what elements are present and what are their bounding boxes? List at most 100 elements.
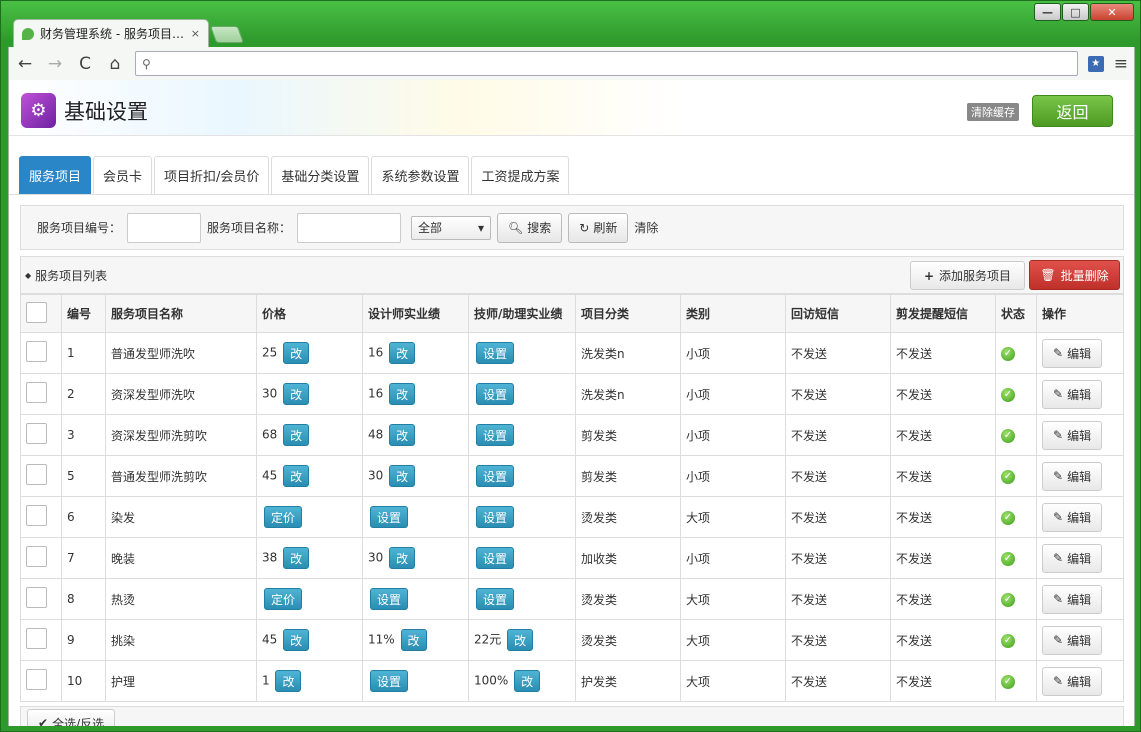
change-price-button[interactable]: 改 bbox=[283, 547, 310, 569]
category-select-value: 全部 bbox=[418, 221, 443, 235]
refresh-button[interactable]: ↻ 刷新 bbox=[568, 212, 629, 243]
search-button-label: 搜索 bbox=[527, 221, 552, 235]
select-all-button[interactable]: ✔ 全选/反选 bbox=[27, 709, 116, 726]
row-select[interactable] bbox=[20, 660, 62, 702]
price-cell: 45 改 bbox=[256, 619, 363, 661]
clear-cache-button[interactable]: 清除缓存 bbox=[967, 103, 1019, 121]
set-tech-button[interactable]: 设置 bbox=[476, 506, 514, 528]
forward-arrow-icon[interactable]: → bbox=[45, 54, 65, 74]
search-button[interactable]: 🔍︎ 搜索 bbox=[497, 212, 563, 243]
row-checkbox[interactable] bbox=[26, 464, 47, 485]
row-checkbox[interactable] bbox=[26, 505, 47, 526]
row-actions: ✎ 编辑 bbox=[1036, 619, 1124, 661]
header-checkbox[interactable] bbox=[26, 301, 47, 323]
edit-button[interactable]: ✎ 编辑 bbox=[1042, 338, 1103, 368]
change-designer-button[interactable]: 改 bbox=[389, 424, 416, 446]
code-input[interactable] bbox=[127, 212, 202, 243]
address-bar[interactable]: ⚲ bbox=[135, 51, 1078, 76]
change-price-button[interactable]: 改 bbox=[283, 424, 310, 446]
row-select[interactable] bbox=[20, 414, 62, 456]
price-cell: 45 改 bbox=[256, 455, 363, 497]
edit-button[interactable]: ✎ 编辑 bbox=[1042, 379, 1103, 409]
clear-link[interactable]: 清除 bbox=[634, 219, 658, 236]
set-price-button[interactable]: 定价 bbox=[264, 588, 302, 610]
row-status: ✓ bbox=[995, 496, 1037, 538]
row-checkbox[interactable] bbox=[26, 341, 47, 362]
row-select[interactable] bbox=[20, 373, 62, 415]
change-designer-button[interactable]: 改 bbox=[389, 383, 416, 405]
address-input[interactable] bbox=[156, 53, 1077, 74]
tab-discount[interactable]: 项目折扣/会员价 bbox=[154, 156, 270, 194]
category-select[interactable]: 全部 ▾ bbox=[411, 215, 492, 240]
row-checkbox[interactable] bbox=[26, 546, 47, 567]
edit-button[interactable]: ✎ 编辑 bbox=[1042, 625, 1103, 655]
menu-icon[interactable]: ≡ bbox=[1114, 54, 1128, 74]
row-select[interactable] bbox=[20, 332, 62, 374]
browser-tab[interactable]: 财务管理系统 - 服务项目… × bbox=[13, 19, 209, 47]
designer-value: 16 bbox=[368, 345, 384, 360]
change-tech-button[interactable]: 改 bbox=[514, 670, 541, 692]
name-input[interactable] bbox=[297, 212, 402, 243]
row-select[interactable] bbox=[20, 455, 62, 497]
change-price-button[interactable]: 改 bbox=[283, 629, 310, 651]
set-designer-button[interactable]: 设置 bbox=[370, 588, 408, 610]
table-row: 10 护理 1 改设置 100% 改护发类 大项 不发送 不发送 ✓ ✎ 编辑 bbox=[20, 660, 1124, 702]
change-designer-button[interactable]: 改 bbox=[389, 465, 416, 487]
row-remind-sms: 不发送 bbox=[890, 455, 996, 497]
back-arrow-icon[interactable]: ← bbox=[15, 54, 35, 74]
edit-button[interactable]: ✎ 编辑 bbox=[1042, 543, 1103, 573]
set-tech-button[interactable]: 设置 bbox=[476, 383, 514, 405]
row-select[interactable] bbox=[20, 578, 62, 620]
row-select[interactable] bbox=[20, 537, 62, 579]
row-select[interactable] bbox=[20, 496, 62, 538]
set-tech-button[interactable]: 设置 bbox=[476, 342, 514, 364]
home-icon[interactable]: ⌂ bbox=[105, 54, 125, 74]
set-designer-button[interactable]: 设置 bbox=[370, 670, 408, 692]
set-designer-button[interactable]: 设置 bbox=[370, 506, 408, 528]
row-select[interactable] bbox=[20, 619, 62, 661]
reload-icon[interactable]: C bbox=[75, 54, 95, 74]
add-service-button[interactable]: + 添加服务项目 bbox=[910, 261, 1025, 290]
change-designer-button[interactable]: 改 bbox=[400, 629, 427, 651]
set-price-button[interactable]: 定价 bbox=[264, 506, 302, 528]
minimize-button[interactable]: — bbox=[1034, 3, 1061, 21]
set-tech-button[interactable]: 设置 bbox=[476, 588, 514, 610]
batch-delete-button[interactable]: 🗑︎ 批量删除 bbox=[1029, 260, 1120, 290]
edit-button[interactable]: ✎ 编辑 bbox=[1042, 584, 1103, 614]
row-visit-sms: 不发送 bbox=[785, 373, 891, 415]
row-checkbox[interactable] bbox=[26, 587, 47, 608]
tab-service-items[interactable]: 服务项目 bbox=[19, 156, 92, 194]
tab-system-params[interactable]: 系统参数设置 bbox=[371, 156, 470, 194]
change-price-button[interactable]: 改 bbox=[275, 670, 302, 692]
tab-category-settings[interactable]: 基础分类设置 bbox=[271, 156, 370, 194]
header-select-all[interactable] bbox=[20, 294, 62, 333]
row-checkbox[interactable] bbox=[26, 423, 47, 444]
tab-commission[interactable]: 工资提成方案 bbox=[471, 156, 570, 194]
new-tab-button[interactable] bbox=[209, 26, 245, 43]
edit-button[interactable]: ✎ 编辑 bbox=[1042, 666, 1103, 696]
row-checkbox[interactable] bbox=[26, 669, 47, 690]
edit-button[interactable]: ✎ 编辑 bbox=[1042, 420, 1103, 450]
close-window-button[interactable]: ✕ bbox=[1090, 3, 1134, 21]
tab-member-card[interactable]: 会员卡 bbox=[93, 156, 153, 194]
tab-close-icon[interactable]: × bbox=[191, 27, 200, 40]
set-tech-button[interactable]: 设置 bbox=[476, 465, 514, 487]
edit-button[interactable]: ✎ 编辑 bbox=[1042, 502, 1103, 532]
check-circle-icon: ✓ bbox=[1001, 470, 1015, 484]
change-tech-button[interactable]: 改 bbox=[507, 629, 534, 651]
back-button[interactable]: 返回 bbox=[1032, 95, 1113, 127]
edit-button[interactable]: ✎ 编辑 bbox=[1042, 461, 1103, 491]
change-price-button[interactable]: 改 bbox=[283, 342, 310, 364]
change-price-button[interactable]: 改 bbox=[283, 383, 310, 405]
edit-label: 编辑 bbox=[1067, 346, 1092, 361]
bookmark-icon[interactable]: ★ bbox=[1087, 55, 1104, 72]
set-tech-button[interactable]: 设置 bbox=[476, 547, 514, 569]
row-checkbox[interactable] bbox=[26, 628, 47, 649]
set-tech-button[interactable]: 设置 bbox=[476, 424, 514, 446]
change-price-button[interactable]: 改 bbox=[283, 465, 310, 487]
row-id: 10 bbox=[61, 660, 106, 702]
change-designer-button[interactable]: 改 bbox=[389, 547, 416, 569]
maximize-button[interactable]: □ bbox=[1062, 3, 1089, 21]
row-checkbox[interactable] bbox=[26, 382, 47, 403]
change-designer-button[interactable]: 改 bbox=[389, 342, 416, 364]
